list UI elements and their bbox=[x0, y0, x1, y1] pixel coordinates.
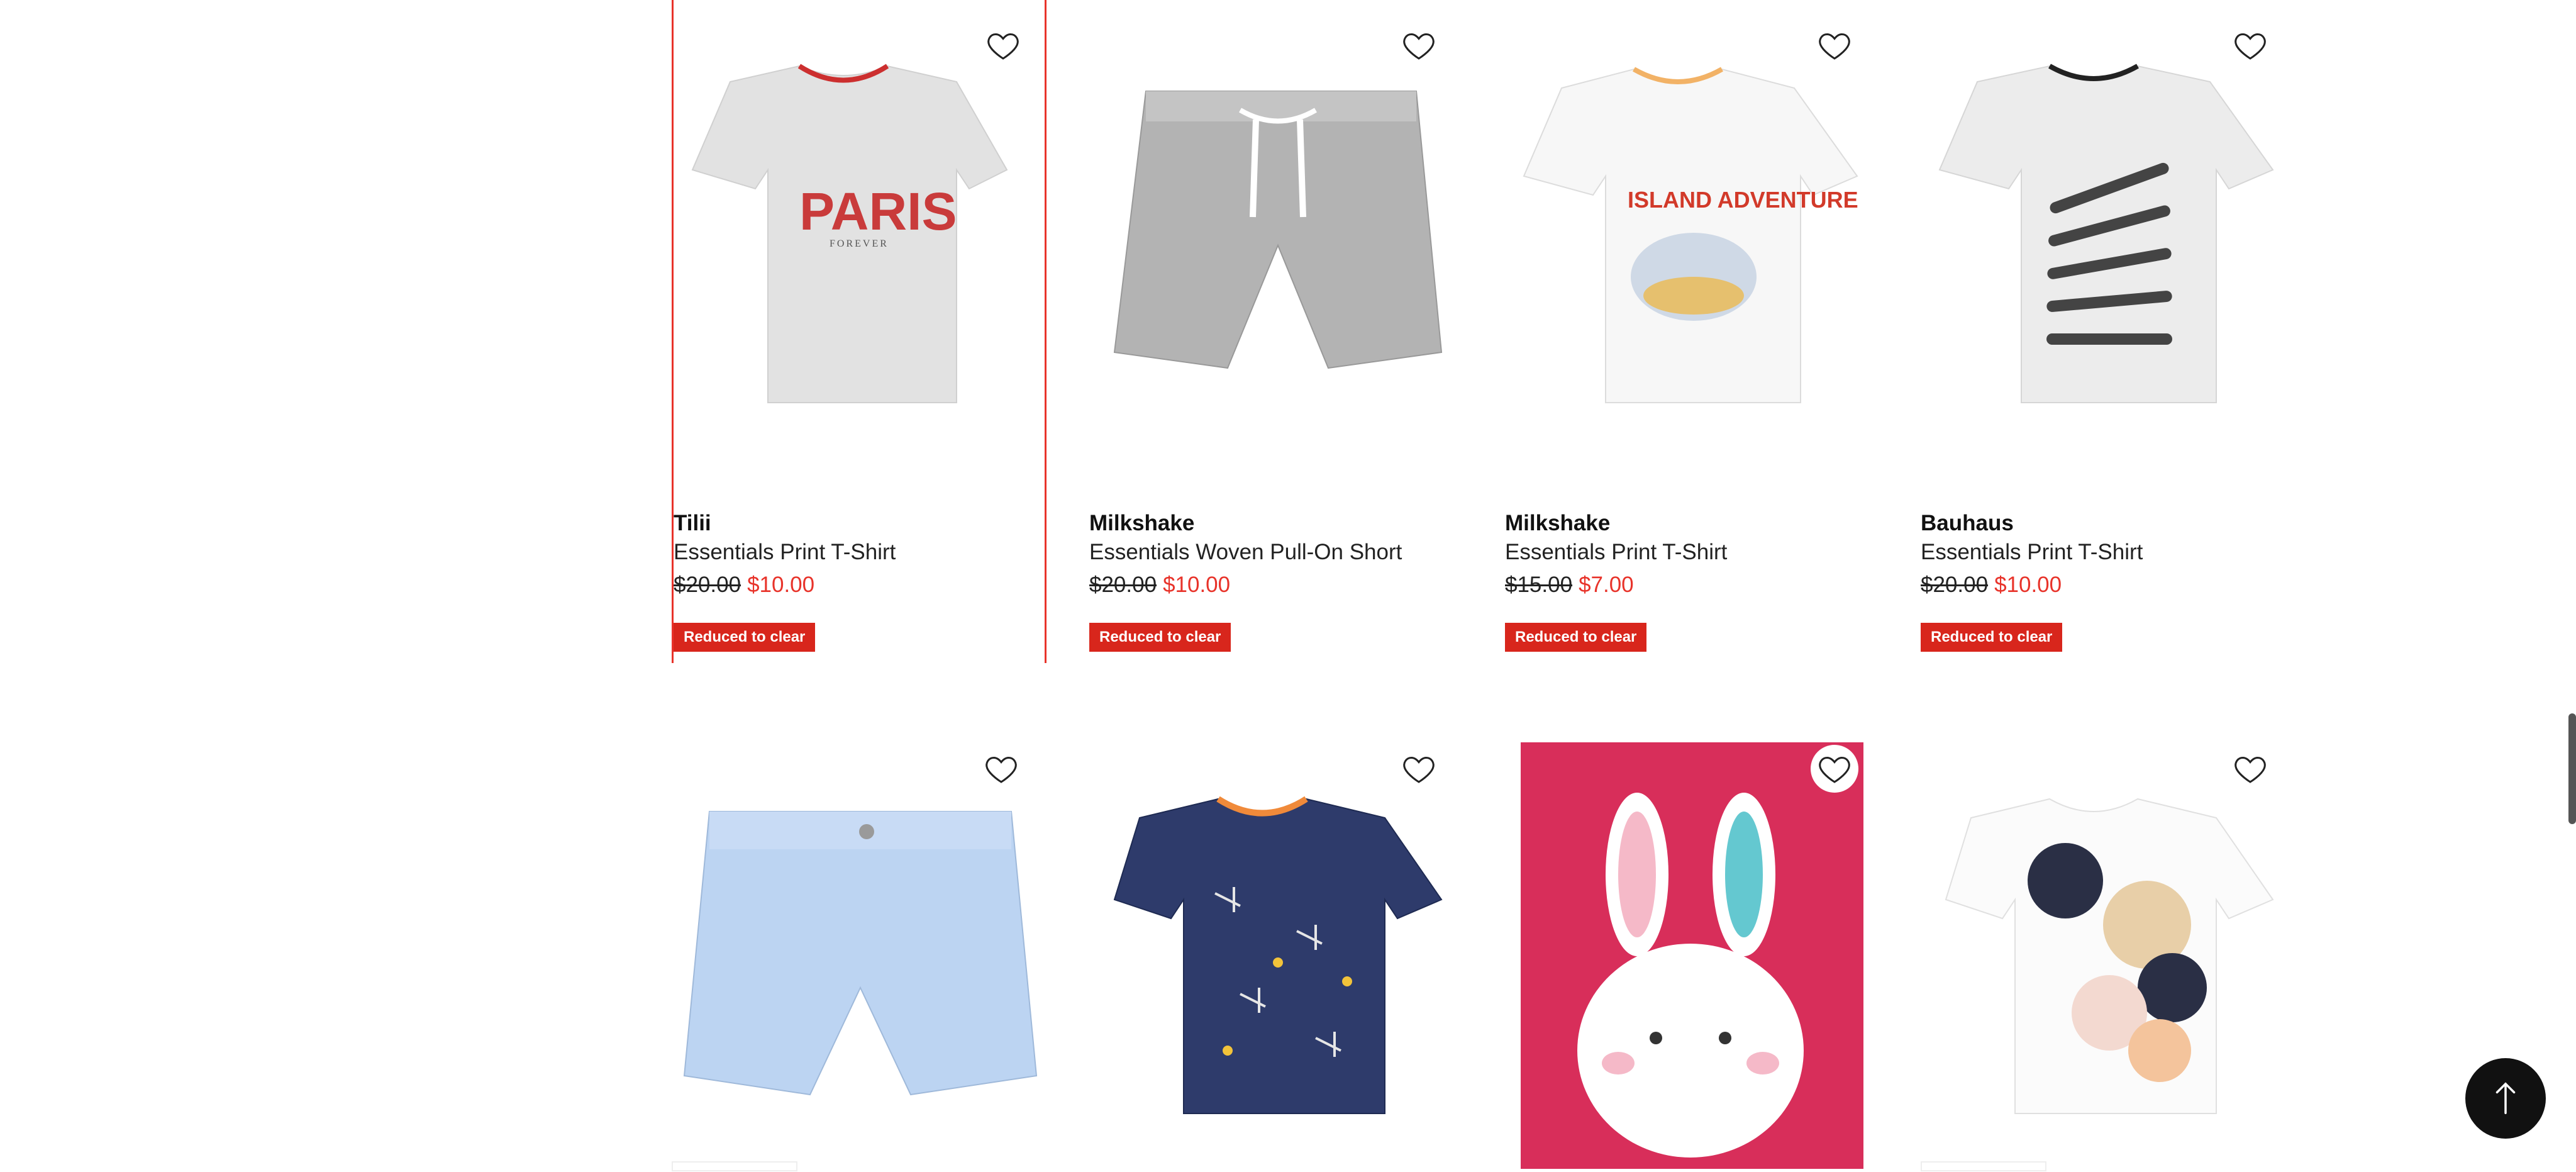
heart-outline-icon bbox=[985, 756, 1017, 783]
arrow-up-icon bbox=[2496, 1082, 2516, 1114]
product-image[interactable] bbox=[1921, 0, 2296, 466]
product-price: $20.00 $10.00 bbox=[674, 572, 814, 598]
product-brand[interactable]: Milkshake bbox=[1505, 511, 1610, 536]
favourite-button[interactable] bbox=[1811, 745, 1858, 793]
reduced-badge[interactable]: Reduced to clear bbox=[1921, 623, 2063, 652]
favourite-button[interactable] bbox=[977, 745, 1025, 793]
back-to-top-button[interactable] bbox=[2465, 1058, 2546, 1139]
favourite-button[interactable] bbox=[1811, 21, 1858, 69]
product-image[interactable]: PARIS FOREVER bbox=[674, 0, 1048, 466]
favourite-button[interactable] bbox=[1395, 21, 1443, 69]
heart-outline-icon bbox=[2235, 756, 2266, 783]
was-price: $20.00 bbox=[674, 572, 741, 597]
now-price: $10.00 bbox=[747, 572, 815, 597]
reduced-badge[interactable]: Reduced to clear bbox=[1505, 623, 1647, 652]
badge-placeholder bbox=[672, 1161, 797, 1171]
product-price: $20.00 $10.00 bbox=[1921, 572, 2062, 598]
print-subtext: FOREVER bbox=[830, 238, 889, 249]
product-card[interactable] bbox=[1089, 723, 1464, 1169]
was-price: $20.00 bbox=[1089, 572, 1157, 597]
product-name[interactable]: Essentials Woven Pull-On Short bbox=[1089, 540, 1402, 565]
heart-outline-icon bbox=[1819, 33, 1850, 60]
favourite-button[interactable] bbox=[2226, 21, 2274, 69]
page-scrollbar[interactable] bbox=[2568, 713, 2576, 824]
reduced-badge[interactable]: Reduced to clear bbox=[1089, 623, 1231, 652]
product-image[interactable]: ISLAND ADVENTURE bbox=[1505, 0, 1880, 466]
favourite-button[interactable] bbox=[979, 21, 1027, 69]
heart-outline-icon bbox=[1403, 33, 1435, 60]
product-price: $15.00 $7.00 bbox=[1505, 572, 1634, 598]
product-grid: PARIS FOREVER Tilii Essentials Print T-S… bbox=[0, 0, 2576, 1171]
product-card[interactable]: ISLAND ADVENTURE Milkshake Essentials Pr… bbox=[1505, 0, 1880, 663]
reduced-badge[interactable]: Reduced to clear bbox=[674, 623, 816, 652]
product-card[interactable] bbox=[1921, 723, 2296, 1171]
product-name[interactable]: Essentials Print T-Shirt bbox=[1921, 540, 2143, 565]
badge-placeholder bbox=[1921, 1161, 2046, 1171]
was-price: $20.00 bbox=[1921, 572, 1989, 597]
product-brand[interactable]: Tilii bbox=[674, 511, 711, 536]
product-card[interactable] bbox=[672, 723, 1046, 1171]
product-price: $20.00 $10.00 bbox=[1089, 572, 1230, 598]
product-brand[interactable]: Bauhaus bbox=[1921, 511, 2014, 536]
product-name[interactable]: Essentials Print T-Shirt bbox=[1505, 540, 1727, 565]
product-card[interactable]: Bauhaus Essentials Print T-Shirt $20.00 $… bbox=[1921, 0, 2296, 663]
favourite-button[interactable] bbox=[1395, 745, 1443, 793]
product-image[interactable] bbox=[1089, 0, 1464, 466]
heart-outline-icon bbox=[1403, 756, 1435, 783]
now-price: $7.00 bbox=[1579, 572, 1634, 597]
print-text: ISLAND ADVENTURE bbox=[1628, 187, 1858, 213]
now-price: $10.00 bbox=[1163, 572, 1231, 597]
was-price: $15.00 bbox=[1505, 572, 1573, 597]
product-name[interactable]: Essentials Print T-Shirt bbox=[674, 540, 896, 565]
product-card[interactable]: PARIS FOREVER Tilii Essentials Print T-S… bbox=[672, 0, 1046, 663]
now-price: $10.00 bbox=[1994, 572, 2062, 597]
product-card[interactable] bbox=[1505, 723, 1880, 1169]
heart-outline-icon bbox=[1819, 756, 1850, 783]
print-text: PARIS bbox=[799, 182, 957, 241]
product-brand[interactable]: Milkshake bbox=[1089, 511, 1194, 536]
product-card[interactable]: Milkshake Essentials Woven Pull-On Short… bbox=[1089, 0, 1464, 663]
heart-outline-icon bbox=[987, 33, 1019, 60]
heart-outline-icon bbox=[2235, 33, 2266, 60]
favourite-button[interactable] bbox=[2226, 745, 2274, 793]
